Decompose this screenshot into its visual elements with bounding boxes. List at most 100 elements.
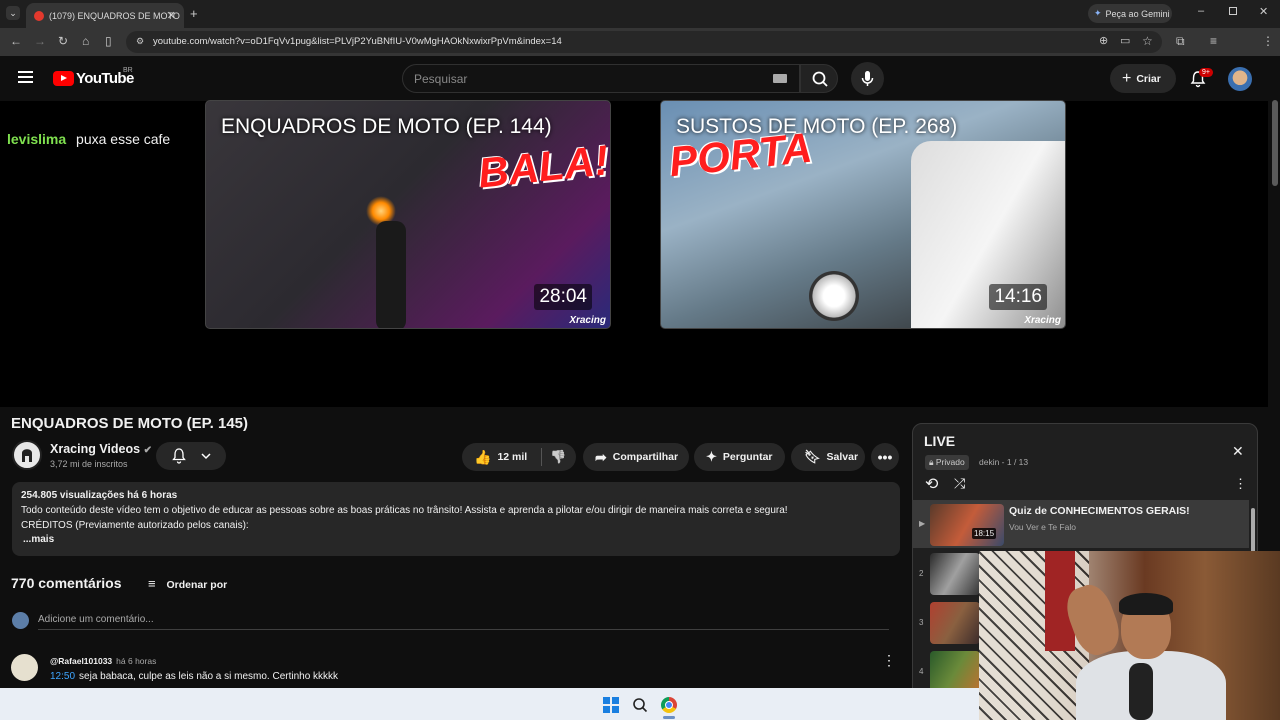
tab-search-icon[interactable]: ⌄ (6, 6, 20, 20)
url-text[interactable]: youtube.com/watch?v=oD1FqVv1pug&list=PLV… (153, 36, 562, 47)
description-box[interactable]: 254.805 visualizações há 6 horas Todo co… (12, 482, 900, 556)
endcard-handlebar (376, 221, 406, 328)
sparkle-icon: ✦ (706, 449, 717, 464)
comment-author[interactable]: @Rafael101033 (50, 656, 112, 666)
sort-button[interactable]: ≡ Ordenar por (148, 576, 249, 591)
subscriber-count: 3,72 mi de inscritos (50, 459, 128, 469)
webcam-overlay (979, 551, 1280, 720)
playlist-item-index: 3 (919, 618, 924, 627)
windows-start-icon[interactable] (603, 697, 619, 713)
bookmark-star-icon[interactable]: ☆ (1142, 34, 1153, 48)
voice-search-button[interactable] (851, 62, 884, 95)
like-button[interactable]: 👍 12 mil (462, 449, 527, 466)
youtube-logo-icon[interactable] (53, 71, 74, 86)
playlist-item-thumbnail[interactable] (930, 553, 980, 595)
keyboard-icon[interactable] (773, 74, 787, 83)
tab-title: (1079) ENQUADROS DE MOTO (49, 10, 180, 21)
like-dislike-group: 👍 12 mil 👎 (462, 443, 576, 471)
channel-name-text: Xracing Videos (50, 442, 141, 456)
subscription-bell-button[interactable] (156, 442, 226, 470)
views-line: 254.805 visualizações há 6 horas (21, 490, 178, 501)
chrome-menu-icon[interactable]: ⋮ (1262, 34, 1274, 48)
back-icon[interactable]: ← (10, 34, 22, 48)
gemini-button[interactable]: ✦ Peça ao Gemini (1088, 4, 1172, 23)
like-count: 12 mil (497, 451, 528, 463)
youtube-favicon-icon (34, 10, 44, 21)
browser-tab[interactable]: (1079) ENQUADROS DE MOTO ✕ (26, 3, 184, 28)
comment-input-underline (38, 629, 889, 630)
forward-icon[interactable]: → (34, 34, 46, 48)
endcard-title: SUSTOS DE MOTO (EP. 268) (676, 115, 958, 138)
close-playlist-icon[interactable]: ✕ (1232, 443, 1244, 460)
media-icon[interactable]: ≡ (1210, 34, 1217, 48)
maximize-icon[interactable] (1229, 7, 1237, 15)
minimize-icon[interactable]: – (1198, 5, 1204, 17)
create-label: Criar (1136, 72, 1161, 85)
shuffle-icon[interactable]: ⤮ (954, 475, 965, 492)
site-info-icon[interactable]: ⚙ (136, 36, 144, 47)
playlist-item-duration: 18:15 (972, 528, 997, 539)
privacy-badge: 🔒︎ Privado (925, 455, 969, 470)
playlist-item-channel[interactable]: Vou Ver e Te Falo (1009, 522, 1076, 532)
bell-icon (172, 448, 211, 464)
playlist-menu-icon[interactable]: ⋮ (1234, 476, 1247, 492)
chrome-taskbar-icon[interactable] (661, 697, 677, 713)
thumbs-up-icon: 👍 (474, 448, 492, 465)
cast-icon[interactable]: ▭ (1120, 34, 1130, 47)
webcam-microphone (1129, 663, 1153, 720)
more-actions-button[interactable]: ••• (871, 443, 899, 471)
video-player[interactable] (0, 101, 1268, 407)
channel-avatar[interactable] (12, 440, 42, 470)
comments-count: 770 comentários (11, 575, 122, 591)
close-window-icon[interactable]: ✕ (1259, 5, 1268, 18)
dislike-button[interactable]: 👎 (550, 449, 566, 465)
webcam-person-hair (1119, 593, 1173, 615)
loop-icon[interactable]: ⟲ (925, 474, 938, 494)
comment-menu-icon[interactable]: ⋮ (882, 652, 896, 669)
endcard-video-2[interactable]: PORTA SUSTOS DE MOTO (EP. 268) 14:16 Xra… (660, 100, 1066, 329)
endcard-video-1[interactable]: BALA! ENQUADROS DE MOTO (EP. 144) 28:04 … (205, 100, 611, 329)
tab-close-icon[interactable]: ✕ (167, 9, 176, 22)
comment-timestamp-link[interactable]: 12:50 (50, 671, 75, 682)
plus-icon: + (1122, 69, 1132, 87)
playlist-meta: dekin - 1 / 13 (979, 457, 1029, 467)
playlist-item-title[interactable]: Quiz de CONHECIMENTOS GERAIS! (1009, 505, 1190, 517)
endcard-brand: Xracing (569, 315, 606, 326)
extensions-icon[interactable]: ⧉ (1176, 34, 1185, 49)
share-label: Compartilhar (612, 451, 679, 463)
microphone-icon (861, 71, 874, 86)
share-button[interactable]: ➦ Compartilhar (583, 443, 689, 471)
chat-message: puxa esse cafe (76, 131, 171, 147)
ask-button[interactable]: ✦ Perguntar (694, 443, 785, 471)
gemini-icon: ✦ (1094, 8, 1102, 18)
add-comment-input[interactable]: Adicione um comentário... (38, 614, 154, 625)
playlist-title[interactable]: LIVE (924, 433, 955, 449)
user-avatar[interactable] (1228, 67, 1252, 91)
lock-icon: 🔒︎ (929, 457, 936, 467)
playlist-item-thumbnail[interactable] (930, 651, 980, 693)
taskbar-active-indicator (663, 716, 675, 719)
description-line: CRÉDITOS (Previamente autorizado pelos c… (21, 519, 249, 531)
playlist-item-thumbnail[interactable] (930, 504, 1004, 546)
new-tab-icon[interactable]: + (190, 6, 198, 21)
sort-icon: ≡ (148, 576, 156, 591)
playlist-item-thumbnail[interactable] (930, 602, 980, 644)
save-button[interactable]: 🔖︎ Salvar (791, 443, 865, 471)
channel-name[interactable]: Xracing Videos ✔ (50, 442, 152, 456)
taskbar-search-icon[interactable] (632, 697, 648, 713)
reload-icon[interactable]: ↻ (58, 34, 68, 48)
show-more-link[interactable]: ...mais (21, 533, 891, 548)
endcard-title: ENQUADROS DE MOTO (EP. 144) (221, 115, 552, 138)
home-icon[interactable]: ⌂ (82, 34, 89, 48)
description-line: Todo conteúdo deste vídeo tem o objetivo… (21, 504, 788, 516)
hamburger-menu-icon[interactable] (18, 71, 33, 83)
page-scrollbar[interactable] (1272, 100, 1278, 186)
comment-time[interactable]: há 6 horas (116, 656, 156, 666)
search-button[interactable] (800, 64, 838, 93)
playlist-scrollbar[interactable] (1251, 508, 1255, 553)
create-button[interactable]: + Criar (1110, 64, 1176, 93)
zoom-icon[interactable]: ⊕ (1099, 34, 1108, 47)
chat-username: levislima (7, 131, 67, 147)
sidebar-icon[interactable]: ▯ (105, 34, 112, 48)
comment-avatar[interactable] (11, 654, 38, 681)
